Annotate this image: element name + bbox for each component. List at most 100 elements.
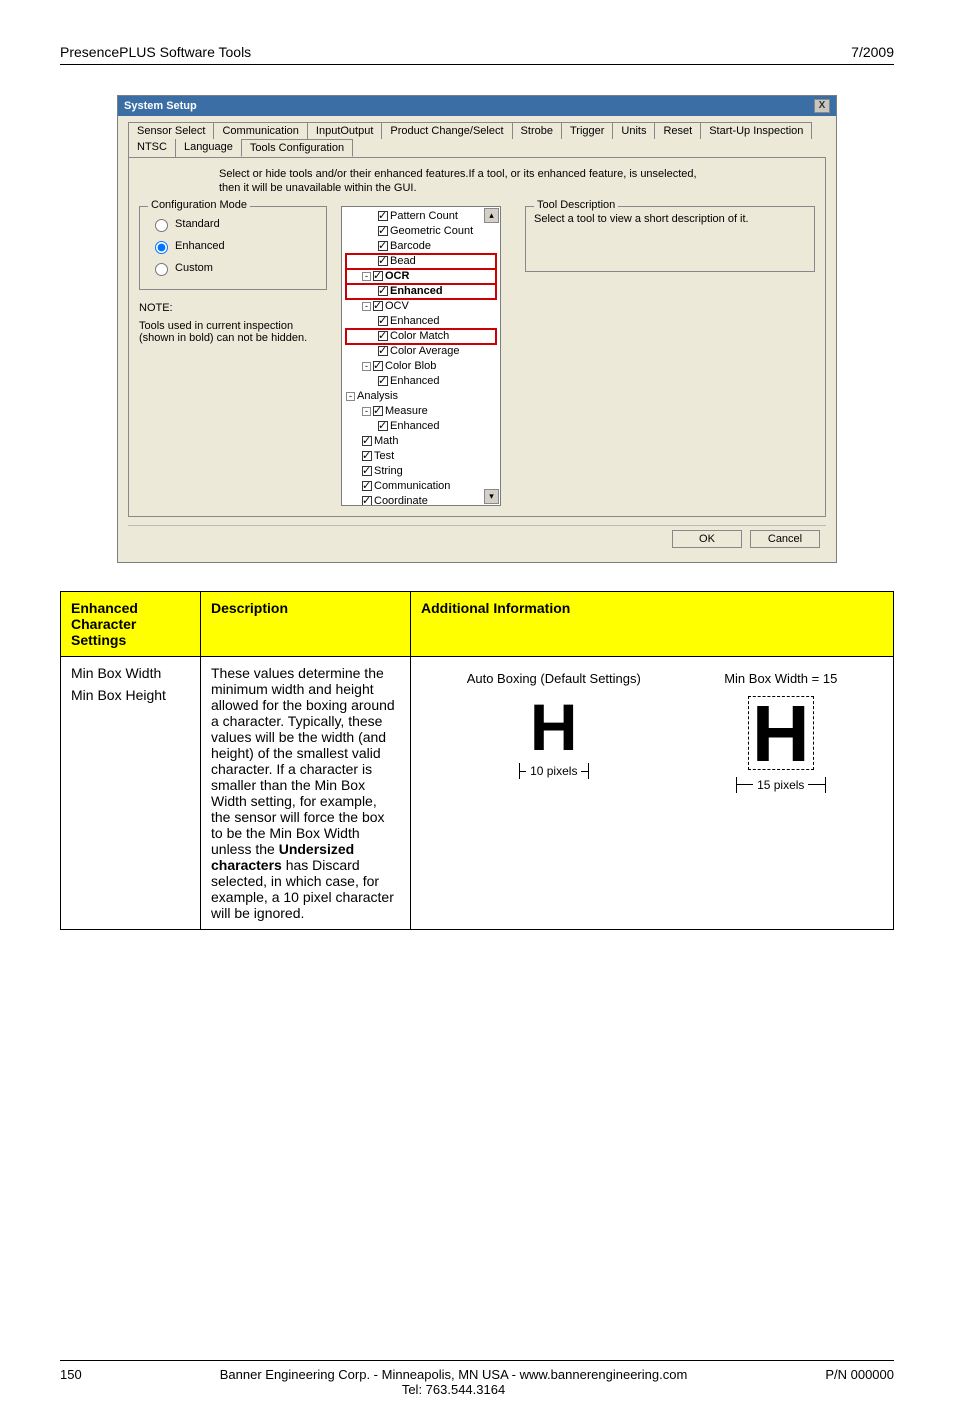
tab-language[interactable]: Language xyxy=(175,139,242,157)
note-label: NOTE: xyxy=(139,302,327,314)
tree-node-color-match[interactable]: Color Match xyxy=(346,329,496,344)
dialog-title: System Setup xyxy=(124,100,197,112)
tree-node-pattern-count[interactable]: Pattern Count xyxy=(346,209,496,224)
tools-tree[interactable]: ▴ Pattern Count Geometric CountBarcode Bea… xyxy=(341,206,501,506)
tab-instructions: Select or hide tools and/or their enhanc… xyxy=(219,168,719,196)
checkbox-icon[interactable] xyxy=(378,331,388,341)
tab-units[interactable]: Units xyxy=(612,122,655,139)
tool-description-legend: Tool Description xyxy=(534,199,618,211)
checkbox-icon[interactable] xyxy=(378,316,388,326)
checkbox-icon[interactable] xyxy=(362,436,372,446)
tree-node-color-blob[interactable]: -Color Blob xyxy=(346,359,496,374)
tree-node-ocv[interactable]: -OCV xyxy=(346,299,496,314)
illus-right-dim: 15 pixels xyxy=(753,778,808,792)
radio-enhanced[interactable]: Enhanced xyxy=(148,235,318,257)
tree-node-enhanced[interactable]: Enhanced xyxy=(346,374,496,389)
cell-settings: Min Box Width Min Box Height xyxy=(61,657,201,930)
checkbox-icon[interactable] xyxy=(362,496,372,506)
tab-inputoutput[interactable]: InputOutput xyxy=(307,122,383,139)
tree-node-bead[interactable]: Bead xyxy=(346,254,496,269)
checkbox-icon[interactable] xyxy=(378,346,388,356)
scroll-up-icon[interactable]: ▴ xyxy=(484,208,499,223)
tree-label: Barcode xyxy=(390,240,431,252)
footer-page-number: 150 xyxy=(60,1367,82,1397)
tree-node-communication[interactable]: Communication xyxy=(346,479,496,494)
checkbox-icon[interactable] xyxy=(362,481,372,491)
tree-node-math[interactable]: Math xyxy=(346,434,496,449)
tree-node-string[interactable]: String xyxy=(346,464,496,479)
checkbox-icon[interactable] xyxy=(378,211,388,221)
tree-node-color-average[interactable]: Color Average xyxy=(346,344,496,359)
tab-ntsc[interactable]: NTSC xyxy=(128,139,176,157)
tab-tools-configuration[interactable]: Tools Configuration xyxy=(241,139,353,157)
radio-standard[interactable]: Standard xyxy=(148,213,318,235)
tree-label: Analysis xyxy=(357,390,398,402)
configuration-mode-legend: Configuration Mode xyxy=(148,199,250,211)
tree-node-test[interactable]: Test xyxy=(346,449,496,464)
letter-h-icon: H xyxy=(752,701,810,767)
tree-node-geometric-count[interactable]: Geometric Count xyxy=(346,224,496,239)
close-icon[interactable]: X xyxy=(814,99,830,113)
checkbox-icon[interactable] xyxy=(378,421,388,431)
tab-trigger[interactable]: Trigger xyxy=(561,122,613,139)
tree-node-barcode[interactable]: Barcode xyxy=(346,239,496,254)
checkbox-icon[interactable] xyxy=(362,451,372,461)
tree-label: Test xyxy=(374,450,394,462)
setting-min-box-height: Min Box Height xyxy=(71,687,190,703)
cancel-button[interactable]: Cancel xyxy=(750,530,820,548)
setting-min-box-width: Min Box Width xyxy=(71,665,190,681)
configuration-mode-group: Configuration Mode Standard Enhanced Cus… xyxy=(139,206,327,290)
scroll-down-icon[interactable]: ▾ xyxy=(484,489,499,504)
checkbox-icon[interactable] xyxy=(373,406,383,416)
tree-node-ocr[interactable]: - OCR xyxy=(346,269,496,284)
th-settings: Enhanced Character Settings xyxy=(61,592,201,657)
checkbox-icon[interactable] xyxy=(373,271,383,281)
tool-description-group: Tool Description Select a tool to view a… xyxy=(525,206,815,272)
tree-label: Enhanced xyxy=(390,285,443,297)
checkbox-icon[interactable] xyxy=(362,466,372,476)
tab-product-change-select[interactable]: Product Change/Select xyxy=(381,122,512,139)
tree-label: Enhanced xyxy=(390,315,440,327)
expand-icon[interactable]: - xyxy=(362,362,371,371)
tab-sensor-select[interactable]: Sensor Select xyxy=(128,122,214,139)
footer-tel: Tel: 763.544.3164 xyxy=(82,1382,826,1397)
tab-strobe[interactable]: Strobe xyxy=(512,122,562,139)
footer-part-number: P/N 000000 xyxy=(825,1367,894,1397)
checkbox-icon[interactable] xyxy=(378,226,388,236)
tab-row-1: Sensor SelectCommunicationInputOutputPro… xyxy=(128,122,826,139)
checkbox-icon[interactable] xyxy=(373,301,383,311)
tab-reset[interactable]: Reset xyxy=(654,122,701,139)
header-left: PresencePLUS Software Tools xyxy=(60,44,251,60)
checkbox-icon[interactable] xyxy=(373,361,383,371)
expand-icon[interactable]: - xyxy=(362,272,371,281)
tree-node-enhanced[interactable]: Enhanced xyxy=(346,284,496,299)
tool-description-text: Select a tool to view a short descriptio… xyxy=(534,213,806,225)
tree-node-enhanced[interactable]: Enhanced xyxy=(346,419,496,434)
tree-label: Communication xyxy=(374,480,450,492)
tree-node-measure[interactable]: -Measure xyxy=(346,404,496,419)
tree-label: Bead xyxy=(390,255,416,267)
expand-icon[interactable]: - xyxy=(362,407,371,416)
checkbox-icon[interactable] xyxy=(378,256,388,266)
checkbox-icon[interactable] xyxy=(378,241,388,251)
note-text: Tools used in current inspection (shown … xyxy=(139,320,327,344)
ok-button[interactable]: OK xyxy=(672,530,742,548)
tree-node-coordinate[interactable]: Coordinate xyxy=(346,494,496,506)
tree-label: Coordinate xyxy=(374,495,428,506)
tree-node-enhanced[interactable]: Enhanced xyxy=(346,314,496,329)
tree-label: Pattern Count xyxy=(390,210,458,222)
th-description: Description xyxy=(201,592,411,657)
desc-pre: These values determine the minimum width… xyxy=(211,665,395,857)
tree-label: OCR xyxy=(385,270,409,282)
tree-node-analysis[interactable]: -Analysis xyxy=(346,389,496,404)
tab-start-up-inspection[interactable]: Start-Up Inspection xyxy=(700,122,812,139)
letter-h-icon: H xyxy=(530,700,578,754)
checkbox-icon[interactable] xyxy=(378,286,388,296)
dialog-titlebar: System Setup X xyxy=(118,96,836,116)
tab-communication[interactable]: Communication xyxy=(213,122,307,139)
expand-icon[interactable]: - xyxy=(362,302,371,311)
checkbox-icon[interactable] xyxy=(378,376,388,386)
cell-description: These values determine the minimum width… xyxy=(201,657,411,930)
expand-icon[interactable]: - xyxy=(346,392,355,401)
radio-custom[interactable]: Custom xyxy=(148,257,318,279)
